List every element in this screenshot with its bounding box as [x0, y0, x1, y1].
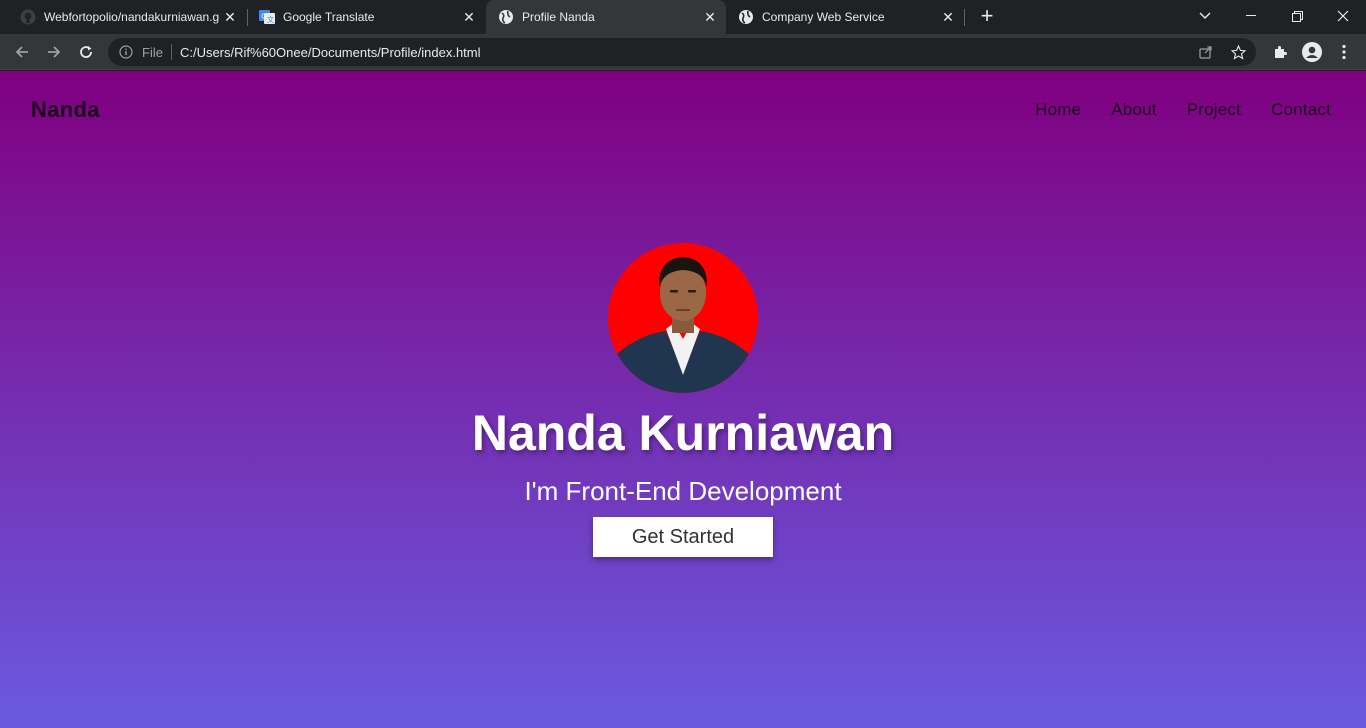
close-tab-icon[interactable]: ✕ [222, 9, 238, 25]
tab-github[interactable]: Webfortopolio/nandakurniawan.g ✕ [8, 0, 246, 34]
nav-link-home[interactable]: Home [1035, 100, 1081, 120]
restore-icon[interactable] [1274, 0, 1320, 32]
hero-name: Nanda Kurniawan [471, 405, 895, 461]
nav-link-about[interactable]: About [1111, 100, 1156, 120]
tab-google-translate[interactable]: G文 Google Translate ✕ [247, 0, 485, 34]
tab-search-icon[interactable] [1182, 0, 1228, 32]
globe-icon [498, 9, 514, 25]
globe-icon [738, 9, 754, 25]
info-icon[interactable] [118, 44, 134, 60]
share-icon[interactable] [1198, 44, 1214, 60]
profile-page: Nanda Home About Project Contact Nanda K… [0, 71, 1366, 728]
extensions-icon[interactable] [1268, 40, 1292, 64]
svg-text:G: G [261, 14, 266, 21]
get-started-button[interactable]: Get Started [593, 517, 773, 557]
tab-title: Google Translate [283, 10, 375, 24]
divider [170, 44, 172, 60]
svg-text:文: 文 [267, 15, 274, 24]
google-translate-icon: G文 [259, 9, 275, 25]
tab-title: Webfortopolio/nandakurniawan.g [44, 10, 220, 24]
reload-icon[interactable] [74, 40, 98, 64]
new-tab-button[interactable]: + [976, 5, 998, 27]
github-icon [20, 9, 36, 25]
browser-tab-strip: Webfortopolio/nandakurniawan.g ✕ G文 Goog… [0, 0, 1366, 34]
profile-avatar-icon[interactable] [1300, 40, 1324, 64]
nav-link-contact[interactable]: Contact [1271, 100, 1331, 120]
profile-photo [608, 243, 758, 393]
minimize-icon[interactable] [1228, 0, 1274, 32]
tab-title: Company Web Service [762, 10, 885, 24]
close-tab-icon[interactable]: ✕ [702, 9, 718, 25]
address-bar[interactable]: File C:/Users/Rif%60Onee/Documents/Profi… [108, 38, 1256, 66]
browser-toolbar: File C:/Users/Rif%60Onee/Documents/Profi… [0, 34, 1366, 70]
tab-title: Profile Nanda [522, 10, 595, 24]
close-tab-icon[interactable]: ✕ [461, 9, 477, 25]
url-text: C:/Users/Rif%60Onee/Documents/Profile/in… [179, 44, 481, 60]
site-brand[interactable]: Nanda [31, 97, 100, 123]
site-nav: Home About Project Contact [1035, 100, 1331, 120]
menu-icon[interactable] [1332, 40, 1356, 64]
forward-icon[interactable] [42, 40, 66, 64]
close-window-icon[interactable] [1320, 0, 1366, 32]
hero-subtitle: I'm Front-End Development [524, 476, 842, 506]
nav-link-project[interactable]: Project [1187, 100, 1241, 120]
back-icon[interactable] [10, 40, 34, 64]
tab-company-web-service[interactable]: Company Web Service ✕ [726, 0, 964, 34]
tab-profile-nanda[interactable]: Profile Nanda ✕ [486, 0, 726, 34]
scheme-label: File [142, 44, 163, 60]
close-tab-icon[interactable]: ✕ [940, 9, 956, 25]
bookmark-star-icon[interactable] [1230, 44, 1246, 60]
